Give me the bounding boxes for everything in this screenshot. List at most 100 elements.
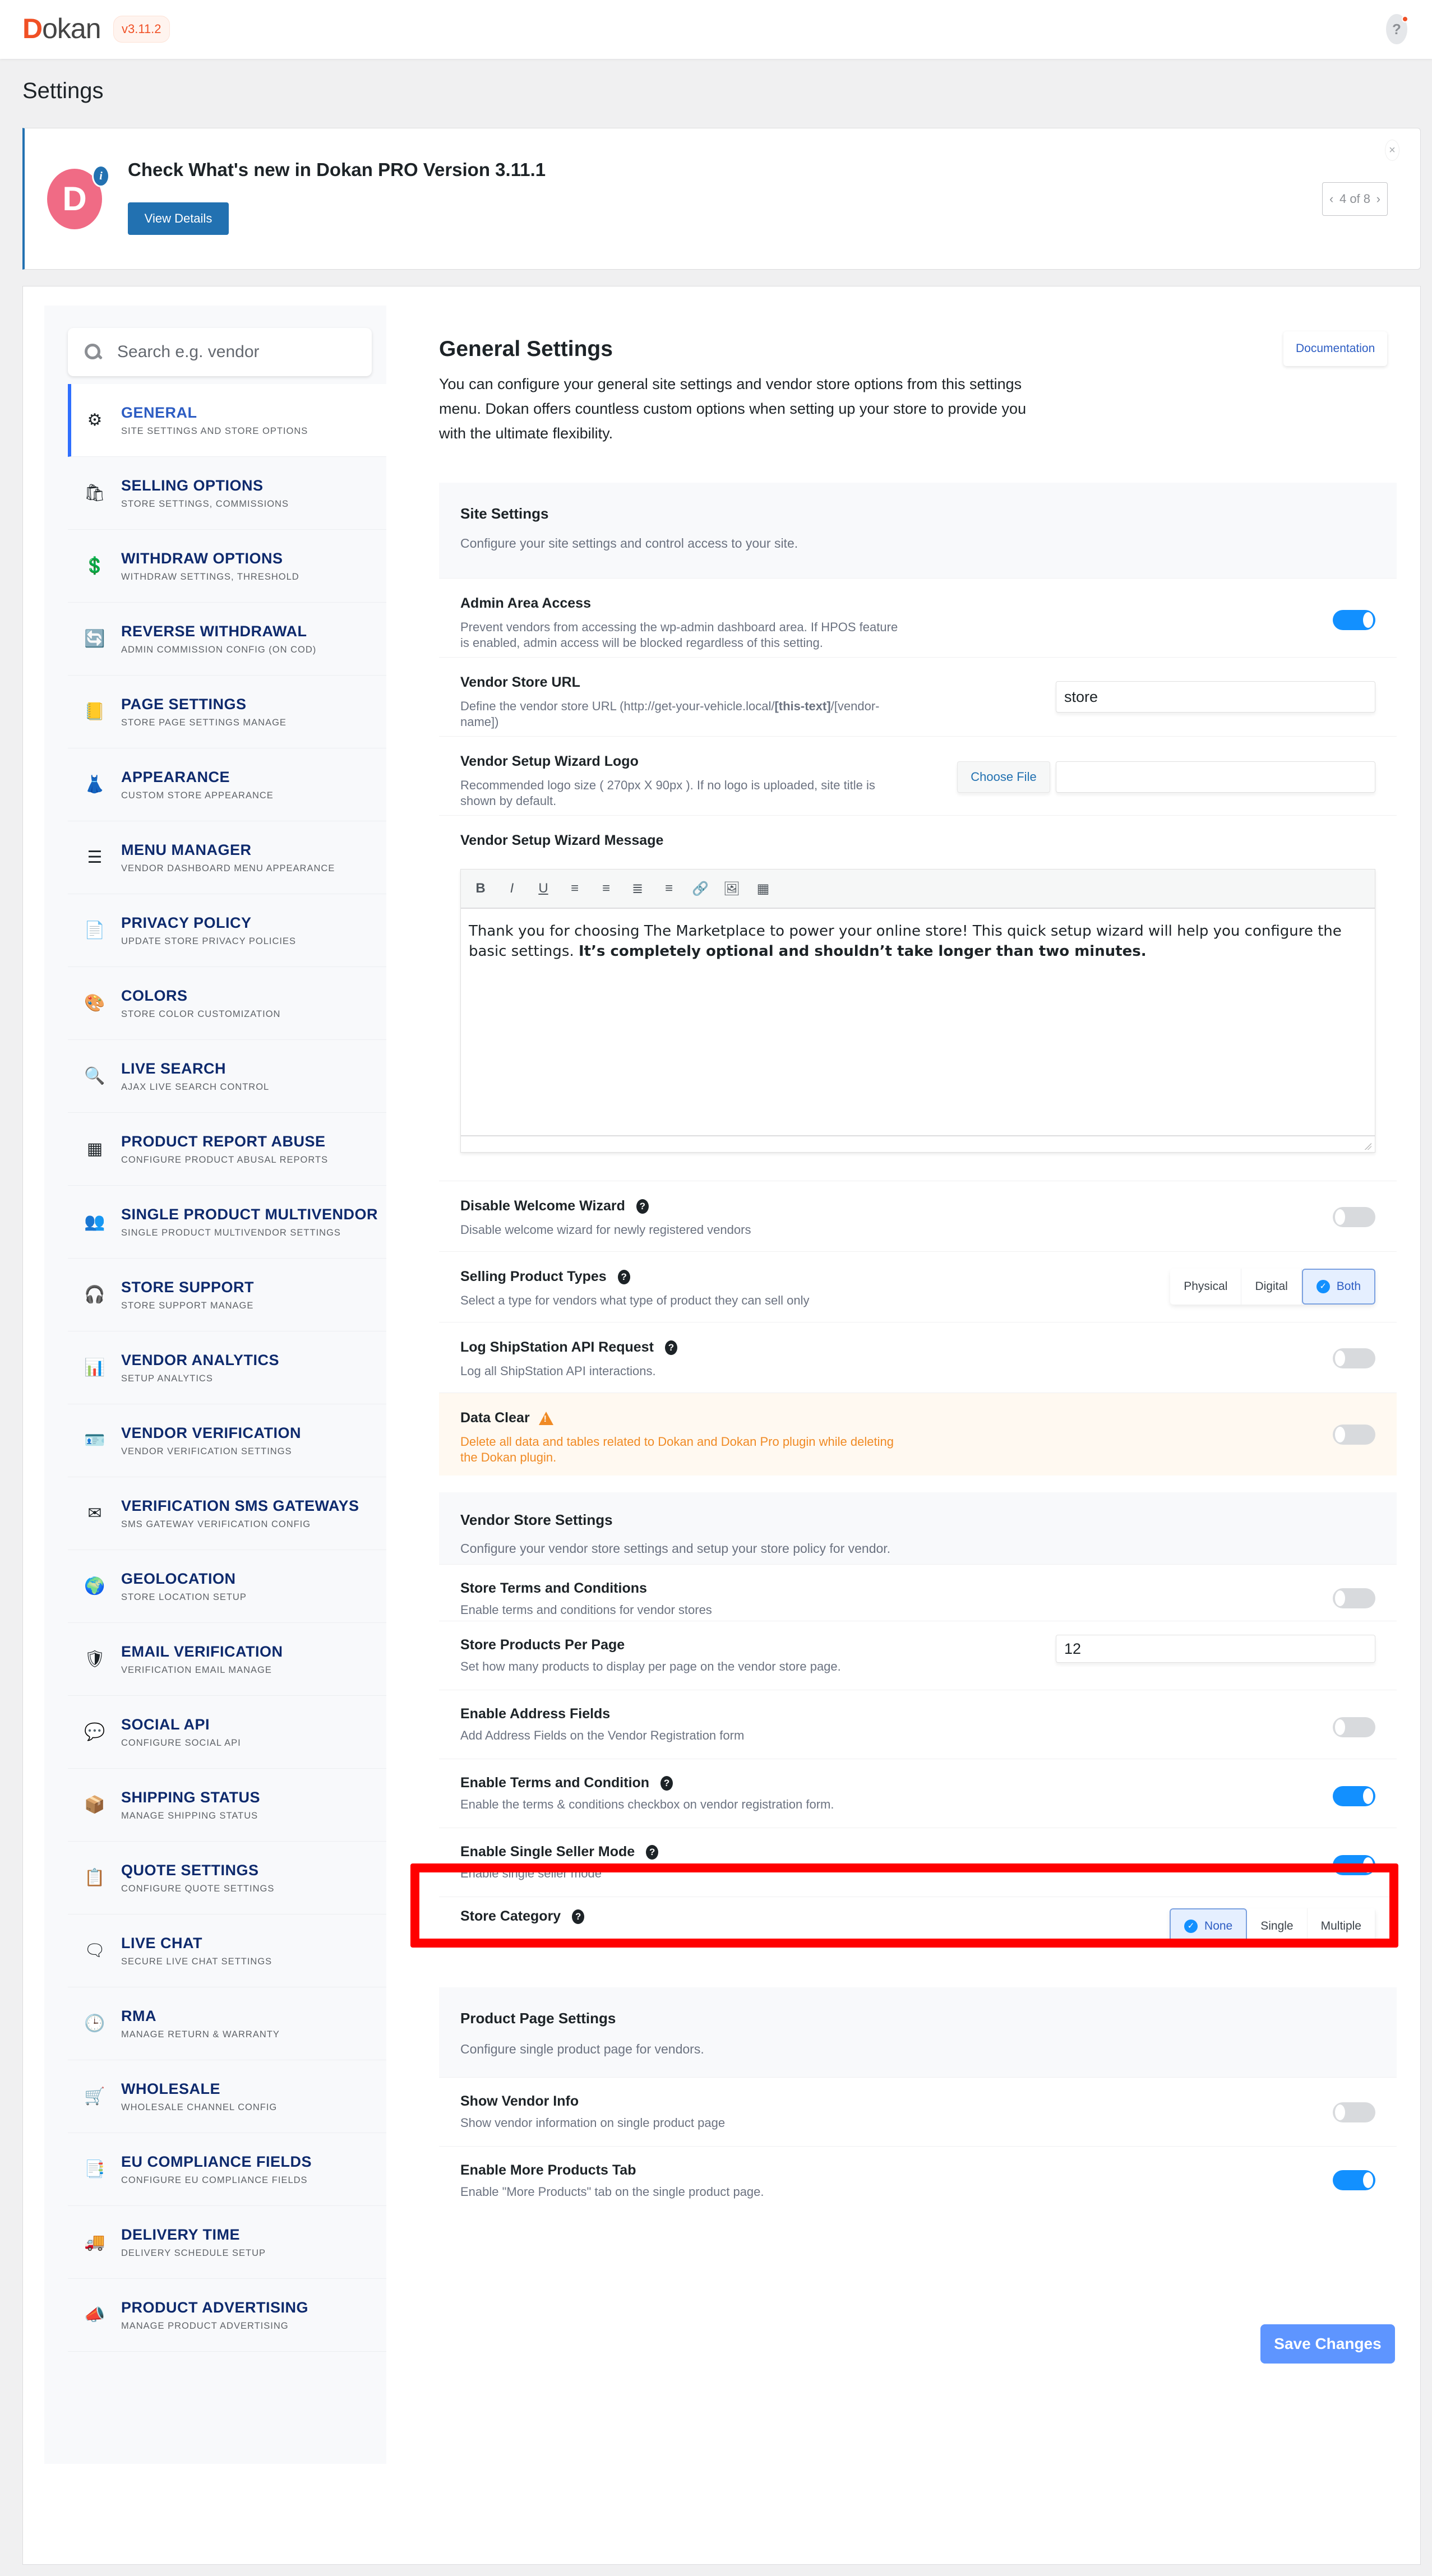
store-terms-toggle[interactable]: [1333, 1588, 1375, 1608]
help-tooltip-icon[interactable]: ?: [617, 1269, 630, 1284]
sidebar-item-reverse-withdrawal[interactable]: 🔄 REVERSE WITHDRAWAL ADMIN COMMISSION CONF…: [68, 603, 386, 676]
sidebar-item-appearance[interactable]: 👗 APPEARANCE CUSTOM STORE APPEARANCE: [68, 748, 386, 821]
option-digital[interactable]: Digital: [1241, 1269, 1302, 1305]
help-tooltip-icon[interactable]: ?: [646, 1844, 659, 1860]
menu-icon: 🗨: [84, 1941, 106, 1960]
help-tooltip-icon[interactable]: ?: [636, 1199, 649, 1214]
sidebar-item-vendor-analytics[interactable]: 📊 VENDOR ANALYTICS SETUP ANALYTICS: [68, 1331, 386, 1404]
sidebar-item-menu-manager[interactable]: ☰ MENU MANAGER VENDOR DASHBOARD MENU APPEA…: [68, 821, 386, 894]
menu-title: WITHDRAW OPTIONS: [121, 549, 283, 567]
menu-subtitle: WITHDRAW SETTINGS, THRESHOLD: [121, 571, 299, 582]
editor-content[interactable]: Thank you for choosing The Marketplace t…: [461, 909, 1375, 1135]
underline-icon[interactable]: U: [534, 881, 553, 896]
help-tooltip-icon[interactable]: ?: [664, 1340, 677, 1355]
italic-icon[interactable]: I: [502, 881, 521, 896]
sidebar-item-wholesale[interactable]: 🛒 WHOLESALE WHOLESALE CHANNEL CONFIG: [68, 2060, 386, 2133]
menu-icon: 💬: [84, 1723, 105, 1741]
setting-desc: Add Address Fields on the Vendor Registr…: [460, 1728, 745, 1742]
menu-icon: ▦: [86, 1140, 103, 1158]
sidebar-item-shipping-status[interactable]: 📦 SHIPPING STATUS MANAGE SHIPPING STATUS: [68, 1769, 386, 1842]
menu-icon: 🎨: [84, 994, 105, 1012]
sidebar-item-privacy-policy[interactable]: 📄 PRIVACY POLICY UPDATE STORE PRIVACY POLI…: [68, 894, 386, 967]
sidebar-item-single-product-multivendor[interactable]: 👥 SINGLE PRODUCT MULTIVENDOR SINGLE PRODUC…: [68, 1186, 386, 1259]
option-both[interactable]: ✓ Both: [1301, 1269, 1375, 1305]
option-none[interactable]: ✓ None: [1170, 1908, 1248, 1944]
sidebar-item-rma[interactable]: 🕒 RMA MANAGE RETURN & WARRANTY: [68, 1987, 386, 2060]
sidebar-item-quote-settings[interactable]: 📋 QUOTE SETTINGS CONFIGURE QUOTE SETTINGS: [68, 1842, 386, 1914]
option-single[interactable]: Single: [1247, 1908, 1308, 1944]
view-details-button[interactable]: View Details: [128, 202, 229, 235]
vendor-store-url-input[interactable]: [1056, 681, 1375, 713]
data-clear-toggle[interactable]: [1333, 1425, 1375, 1445]
save-changes-button[interactable]: Save Changes: [1260, 2324, 1395, 2364]
sidebar-item-page-settings[interactable]: 📒 PAGE SETTINGS STORE PAGE SETTINGS MANAGE: [68, 676, 386, 748]
sidebar-item-product-report-abuse[interactable]: ▦ PRODUCT REPORT ABUSE CONFIGURE PRODUCT A…: [68, 1113, 386, 1186]
menu-title: SELLING OPTIONS: [121, 477, 264, 494]
products-per-page-row: Store Products Per Page Set how many pro…: [439, 1621, 1397, 1690]
help-tooltip-icon[interactable]: ?: [660, 1775, 673, 1791]
admin-area-access-toggle[interactable]: [1333, 610, 1375, 630]
menu-text: WITHDRAW OPTIONS WITHDRAW SETTINGS, THRES…: [121, 550, 299, 582]
image-icon[interactable]: 🖼: [722, 881, 741, 897]
address-fields-row: Enable Address Fields Add Address Fields…: [439, 1690, 1397, 1759]
dokan-logo[interactable]: Dokan: [22, 12, 101, 45]
table-icon[interactable]: ▦: [754, 881, 773, 897]
menu-subtitle: MANAGE RETURN & WARRANTY: [121, 2029, 280, 2039]
sidebar-item-product-advertising[interactable]: 📣 PRODUCT ADVERTISING MANAGE PRODUCT ADVER…: [68, 2279, 386, 2352]
menu-subtitle: VERIFICATION EMAIL MANAGE: [121, 1664, 272, 1675]
address-fields-toggle[interactable]: [1333, 1717, 1375, 1737]
close-icon[interactable]: ×: [1385, 140, 1399, 161]
single-seller-mode-toggle[interactable]: [1333, 1855, 1375, 1875]
sidebar-item-eu-compliance-fields[interactable]: 📑 EU COMPLIANCE FIELDS CONFIGURE EU COMPLI…: [68, 2133, 386, 2206]
more-products-tab-toggle[interactable]: [1333, 2170, 1375, 2190]
menu-icon: 📋: [84, 1869, 105, 1887]
sidebar-item-verification-sms-gateways[interactable]: ✉ VERIFICATION SMS GATEWAYS SMS GATEWAY VE…: [68, 1477, 386, 1550]
choose-file-button[interactable]: Choose File: [957, 761, 1050, 793]
sidebar-item-store-support[interactable]: 🎧 STORE SUPPORT STORE SUPPORT MANAGE: [68, 1259, 386, 1331]
link-icon[interactable]: 🔗: [691, 881, 710, 897]
sidebar-item-social-api[interactable]: 💬 SOCIAL API CONFIGURE SOCIAL API: [68, 1696, 386, 1769]
sidebar-item-general[interactable]: ⚙ GENERAL SITE SETTINGS AND STORE OPTIONS: [68, 384, 386, 457]
option-multiple[interactable]: Multiple: [1308, 1908, 1375, 1944]
settings-card: ⚙ GENERAL SITE SETTINGS AND STORE OPTIONS 🛍…: [22, 286, 1421, 2565]
menu-subtitle: SINGLE PRODUCT MULTIVENDOR SETTINGS: [121, 1227, 341, 1238]
chevron-left-icon[interactable]: ‹: [1329, 192, 1333, 206]
align-justify-icon[interactable]: ≣: [628, 881, 647, 897]
sidebar-item-selling-options[interactable]: 🛍 SELLING OPTIONS STORE SETTINGS, COMMISSI…: [68, 457, 386, 530]
sidebar-item-geolocation[interactable]: 🌍 GEOLOCATION STORE LOCATION SETUP: [68, 1550, 386, 1623]
sidebar-item-email-verification[interactable]: 🛡 EMAIL VERIFICATION VERIFICATION EMAIL MA…: [68, 1623, 386, 1696]
menu-subtitle: UPDATE STORE PRIVACY POLICIES: [121, 936, 297, 946]
menu-icon: 🚚: [84, 2233, 105, 2251]
sidebar-item-vendor-verification[interactable]: 🪪 VENDOR VERIFICATION VENDOR VERIFICATION …: [68, 1404, 386, 1477]
sidebar-item-withdraw-options[interactable]: 💲 WITHDRAW OPTIONS WITHDRAW SETTINGS, THRE…: [68, 530, 386, 603]
menu-icon: 🛍: [84, 484, 106, 502]
sidebar-item-colors[interactable]: 🎨 COLORS STORE COLOR CUSTOMIZATION: [68, 967, 386, 1040]
chevron-right-icon[interactable]: ›: [1376, 192, 1380, 206]
products-per-page-input[interactable]: [1056, 1635, 1375, 1663]
wizard-logo-url-input[interactable]: [1056, 761, 1375, 793]
enable-terms-condition-toggle[interactable]: [1333, 1786, 1375, 1806]
search-input[interactable]: [117, 343, 341, 362]
log-shipstation-toggle[interactable]: [1333, 1348, 1375, 1368]
menu-title: APPEARANCE: [121, 768, 230, 785]
sidebar-item-live-chat[interactable]: 🗨 LIVE CHAT SECURE LIVE CHAT SETTINGS: [68, 1914, 386, 1987]
align-center-icon[interactable]: ≡: [597, 881, 616, 896]
sidebar-item-live-search[interactable]: 🔍 LIVE SEARCH AJAX LIVE SEARCH CONTROL: [68, 1040, 386, 1113]
align-right-icon[interactable]: ≡: [659, 881, 678, 896]
setting-desc: Enable the terms & conditions checkbox o…: [460, 1797, 834, 1811]
option-physical[interactable]: Physical: [1170, 1269, 1242, 1305]
search-box[interactable]: [68, 328, 372, 376]
bold-icon[interactable]: B: [471, 881, 490, 896]
disable-welcome-wizard-toggle[interactable]: [1333, 1207, 1375, 1227]
sidebar-item-delivery-time[interactable]: 🚚 DELIVERY TIME DELIVERY SCHEDULE SETUP: [68, 2206, 386, 2279]
menu-subtitle: CUSTOM STORE APPEARANCE: [121, 790, 274, 801]
documentation-button[interactable]: Documentation: [1283, 331, 1388, 366]
help-tooltip-icon[interactable]: ?: [572, 1909, 585, 1924]
align-left-icon[interactable]: ≡: [565, 881, 584, 896]
menu-icon: 🛒: [84, 2087, 105, 2106]
setting-desc: Define the vendor store URL (http://get-…: [460, 699, 880, 729]
setting-desc: Enable terms and conditions for vendor s…: [460, 1603, 712, 1617]
data-clear-row: Data Clear Delete all data and tables re…: [439, 1393, 1397, 1476]
show-vendor-info-toggle[interactable]: [1333, 2102, 1375, 2122]
editor-resize-handle[interactable]: [461, 1135, 1375, 1152]
